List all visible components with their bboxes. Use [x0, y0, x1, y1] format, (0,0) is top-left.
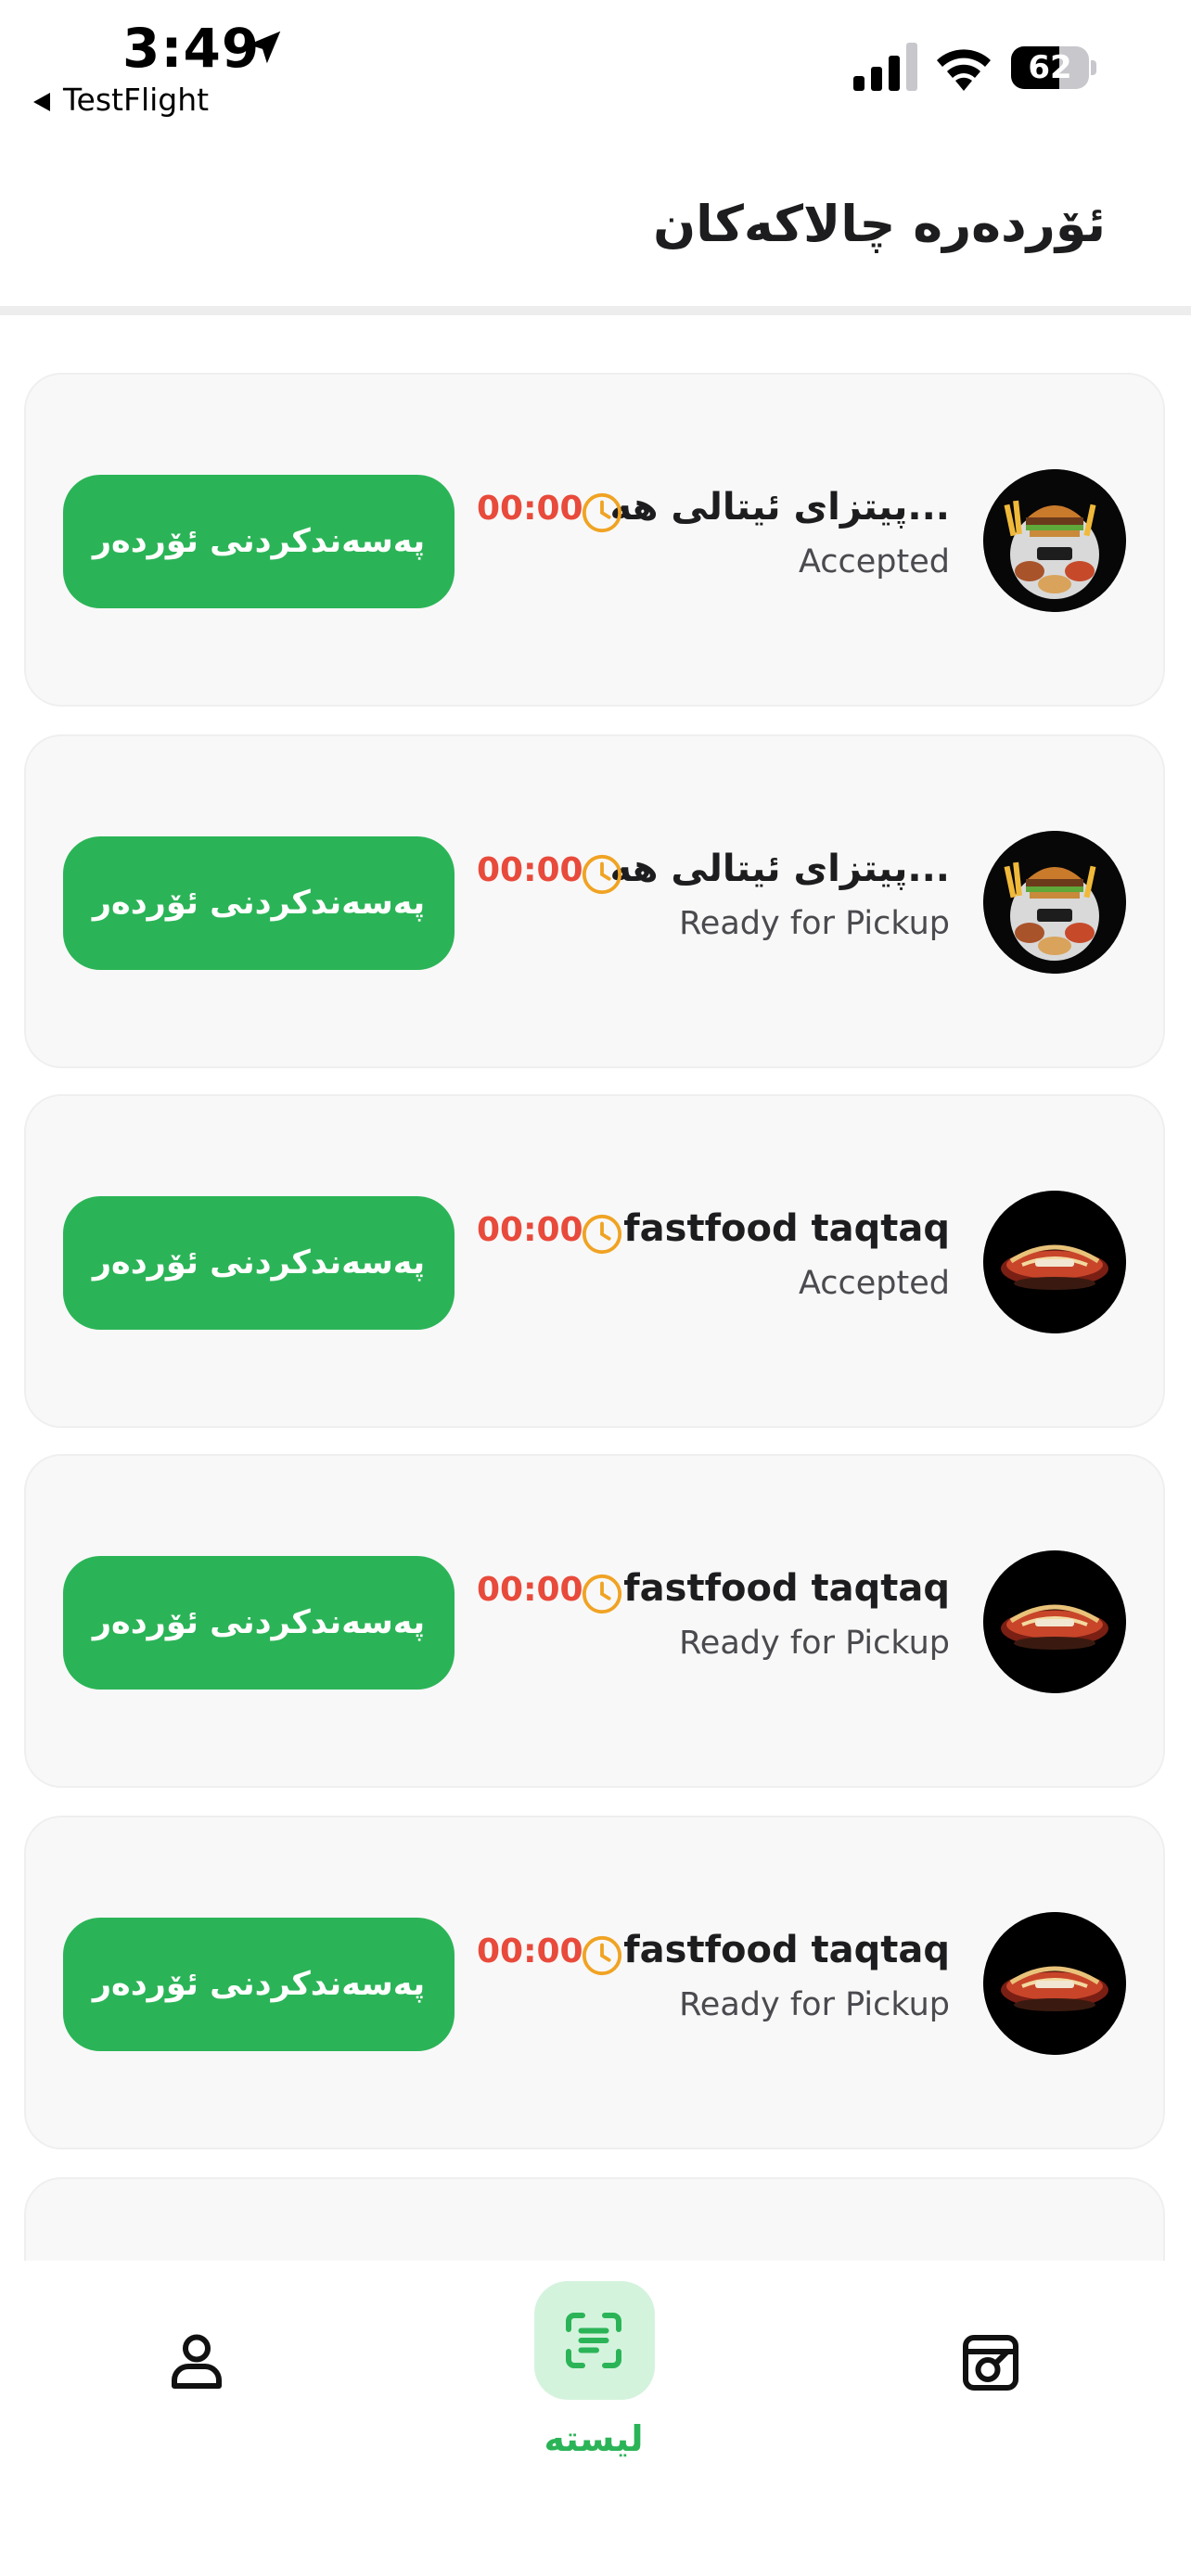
- clock-icon: [582, 1935, 622, 1976]
- clock-icon: [582, 1574, 622, 1614]
- back-to-testflight[interactable]: TestFlight: [33, 82, 209, 118]
- accept-order-button[interactable]: پەسەندکردنی ئۆردەر: [63, 1196, 455, 1330]
- order-timer: 00:00: [477, 1932, 583, 1970]
- order-card[interactable]: fastfood taqtaq Accepted 00:00 پەسەندکرد…: [24, 1094, 1165, 1428]
- restaurant-logo: [983, 1191, 1126, 1333]
- order-status: Ready for Pickup: [679, 905, 950, 942]
- burger-combo-logo-icon: [983, 831, 1126, 974]
- accept-order-button[interactable]: پەسەندکردنی ئۆردەر: [63, 475, 455, 608]
- restaurant-logo: [983, 1912, 1126, 2055]
- restaurant-logo: [983, 1550, 1126, 1693]
- order-card[interactable]: fastfood taqtaq Ready for Pickup 00:00 پ…: [24, 1816, 1165, 2149]
- back-triangle-icon: [33, 92, 50, 111]
- order-status: Ready for Pickup: [679, 1625, 950, 1662]
- accept-order-button[interactable]: پەسەندکردنی ئۆردەر: [63, 836, 455, 970]
- history-icon[interactable]: [957, 2329, 1024, 2396]
- battery-indicator: 62: [1011, 46, 1096, 89]
- battery-percent: 62: [1028, 49, 1072, 86]
- accept-order-button[interactable]: پەسەندکردنی ئۆردەر: [63, 1918, 455, 2051]
- order-timer: 00:00: [477, 1571, 583, 1609]
- order-timer: 00:00: [477, 851, 583, 889]
- clock-icon: [582, 854, 622, 895]
- order-card[interactable]: پیتزای ئیتالی هە... Accepted 00:00 پەسەن…: [24, 373, 1165, 707]
- page-title: ئۆردەرە چالاکەکان: [653, 195, 1106, 253]
- accept-order-button[interactable]: پەسەندکردنی ئۆردەر: [63, 1556, 455, 1690]
- list-scan-icon[interactable]: [560, 2305, 627, 2376]
- order-timer: 00:00: [477, 1211, 583, 1249]
- header-divider: [0, 306, 1191, 315]
- nav-list-label[interactable]: لیستە: [501, 2418, 686, 2459]
- fastfood-platter-logo-icon: [983, 1191, 1126, 1333]
- restaurant-logo: [983, 469, 1126, 612]
- profile-icon[interactable]: [163, 2327, 230, 2394]
- clock-icon: [582, 1214, 622, 1255]
- order-status: Accepted: [798, 1265, 950, 1302]
- order-timer: 00:00: [477, 490, 583, 528]
- status-time: 3:49: [122, 17, 261, 80]
- fastfood-platter-logo-icon: [983, 1912, 1126, 2055]
- order-status: Ready for Pickup: [679, 1986, 950, 2023]
- location-arrow-icon: [248, 31, 281, 64]
- order-card[interactable]: پیتزای ئیتالی هە... Ready for Pickup 00:…: [24, 734, 1165, 1068]
- burger-combo-logo-icon: [983, 469, 1126, 612]
- cellular-signal-icon: [853, 43, 917, 91]
- order-card[interactable]: fastfood taqtaq Ready for Pickup 00:00 پ…: [24, 1454, 1165, 1788]
- fastfood-platter-logo-icon: [983, 1550, 1126, 1693]
- clock-icon: [582, 492, 622, 533]
- order-status: Accepted: [798, 543, 950, 580]
- status-bar: 3:49 TestFlight 62: [0, 0, 1191, 139]
- bottom-nav: لیستە: [0, 2261, 1191, 2576]
- back-app-label: TestFlight: [63, 82, 210, 118]
- restaurant-logo: [983, 831, 1126, 974]
- wifi-icon: [937, 49, 991, 91]
